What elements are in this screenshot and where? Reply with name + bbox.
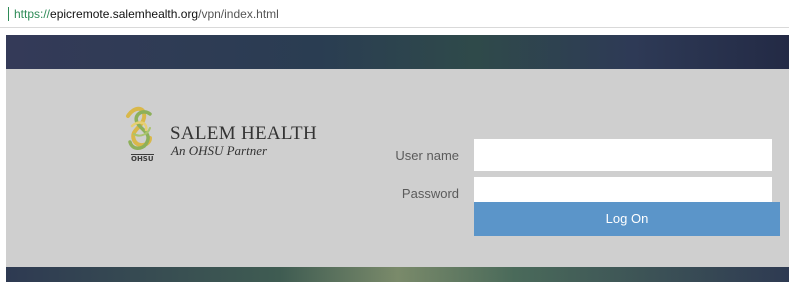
url-host: epicremote.salemhealth.org	[50, 7, 199, 21]
url-scheme: https://	[14, 7, 51, 21]
username-label: User name	[395, 148, 459, 163]
url-text[interactable]: https://epicremote.salemhealth.org/vpn/i…	[14, 6, 279, 22]
header-banner	[6, 35, 789, 69]
ohsu-badge: OHSU	[131, 154, 154, 163]
salem-health-logo: OHSU SALEM HEALTH An OHSU Partner	[120, 104, 317, 164]
url-path: /vpn/index.html	[198, 7, 279, 21]
salem-health-ribbon-icon	[126, 106, 152, 150]
username-input[interactable]	[474, 139, 772, 171]
log-on-button[interactable]: Log On	[474, 202, 780, 236]
browser-address-bar[interactable]: https://epicremote.salemhealth.org/vpn/i…	[0, 0, 789, 28]
secure-indicator	[8, 7, 9, 21]
brand-name: SALEM HEALTH	[170, 123, 317, 144]
footer-banner	[6, 267, 789, 282]
password-label: Password	[401, 186, 459, 201]
brand-tagline: An OHSU Partner	[171, 143, 268, 158]
